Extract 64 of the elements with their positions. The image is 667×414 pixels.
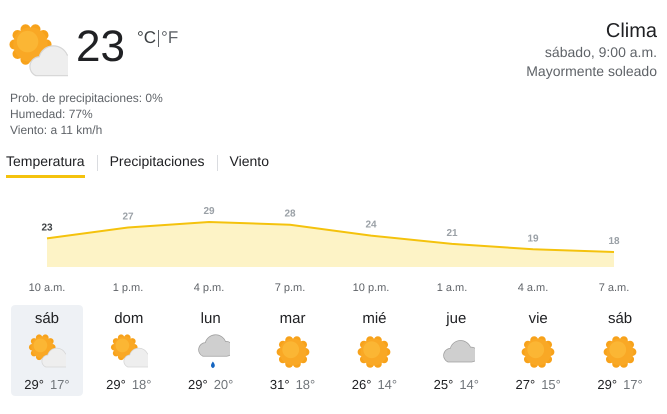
day-forecast[interactable]: dom 29° 18° bbox=[92, 305, 165, 396]
day-forecast[interactable]: lun 29° 20° bbox=[174, 305, 247, 396]
weather-detail: Humedad: 77% bbox=[10, 106, 94, 122]
tab[interactable]: Viento bbox=[230, 148, 269, 178]
day-name: sáb bbox=[608, 309, 632, 329]
low-temperature: 18° bbox=[132, 377, 152, 392]
low-temperature: 17° bbox=[50, 377, 70, 392]
tab[interactable]: Precipitaciones bbox=[110, 148, 205, 178]
tab[interactable]: Temperatura bbox=[6, 148, 85, 178]
sun-icon bbox=[519, 333, 558, 371]
data-label: 29 bbox=[203, 206, 215, 217]
unit-toggle[interactable]: °C bbox=[134, 28, 158, 48]
axis-label: 4 p.m. bbox=[194, 282, 224, 294]
high-temperature: 29° bbox=[24, 377, 44, 392]
low-temperature: 18° bbox=[296, 377, 316, 392]
day-name: dom bbox=[114, 309, 144, 329]
axis-label: 7 a.m. bbox=[598, 282, 630, 294]
day-name: sáb bbox=[34, 309, 60, 329]
day-name: mié bbox=[362, 309, 387, 329]
low-temperature: 15° bbox=[541, 377, 561, 392]
day-forecast[interactable]: sáb 29° 17° bbox=[11, 305, 83, 396]
sun-icon bbox=[355, 333, 394, 371]
day-name: vie bbox=[528, 309, 548, 329]
low-temperature: 14° bbox=[459, 377, 479, 392]
axis-label: 10 a.m. bbox=[28, 282, 66, 294]
sun-icon bbox=[274, 333, 312, 371]
data-label: 28 bbox=[284, 208, 296, 220]
high-temperature: 27° bbox=[516, 377, 536, 392]
weather-detail: Viento: a 11 km/h bbox=[10, 122, 104, 138]
high-temperature: 31° bbox=[270, 377, 290, 392]
axis-label: 7 p.m. bbox=[274, 282, 306, 294]
day-forecast[interactable]: vie 27° 15° bbox=[502, 305, 574, 396]
data-label: 19 bbox=[527, 233, 539, 244]
sun-icon bbox=[601, 333, 640, 371]
day-forecast[interactable]: sáb 29° 17° bbox=[584, 305, 656, 396]
data-label: 21 bbox=[446, 228, 458, 239]
axis-label: 4 a.m. bbox=[518, 282, 548, 294]
day-name: jue bbox=[446, 309, 466, 329]
high-temperature: 25° bbox=[434, 377, 454, 392]
data-label: 24 bbox=[365, 220, 377, 231]
day-name: lun bbox=[200, 309, 221, 329]
date-time: sábado, 9:00 a.m. bbox=[544, 43, 657, 62]
data-label: 18 bbox=[608, 236, 620, 248]
high-temperature: 29° bbox=[597, 377, 618, 392]
high-temperature: 29° bbox=[106, 377, 126, 392]
day-name: mar bbox=[280, 309, 306, 329]
high-temperature: 29° bbox=[188, 377, 208, 392]
unit-toggle[interactable]: °F bbox=[159, 28, 180, 48]
day-forecast[interactable]: mié 26° 14° bbox=[338, 305, 410, 396]
current-temperature: 23 bbox=[76, 22, 125, 72]
widget-title: Clima bbox=[604, 19, 657, 43]
axis-label: 1 p.m. bbox=[112, 282, 144, 294]
weather-detail: Prob. de precipitaciones: 0% bbox=[10, 90, 164, 106]
day-forecast[interactable]: jue 25° 14° bbox=[420, 305, 492, 396]
low-temperature: 14° bbox=[377, 377, 398, 392]
axis-label: 1 a.m. bbox=[436, 282, 468, 294]
weather-condition: Mayormente soleado bbox=[526, 62, 657, 81]
low-temperature: 17° bbox=[623, 377, 643, 392]
data-label: 23 bbox=[41, 222, 53, 234]
high-temperature: 26° bbox=[352, 377, 372, 392]
low-temperature: 20° bbox=[214, 377, 234, 392]
axis-label: 10 p.m. bbox=[352, 282, 390, 294]
day-forecast[interactable]: mar 31° 18° bbox=[256, 305, 328, 396]
data-label: 27 bbox=[122, 211, 134, 222]
